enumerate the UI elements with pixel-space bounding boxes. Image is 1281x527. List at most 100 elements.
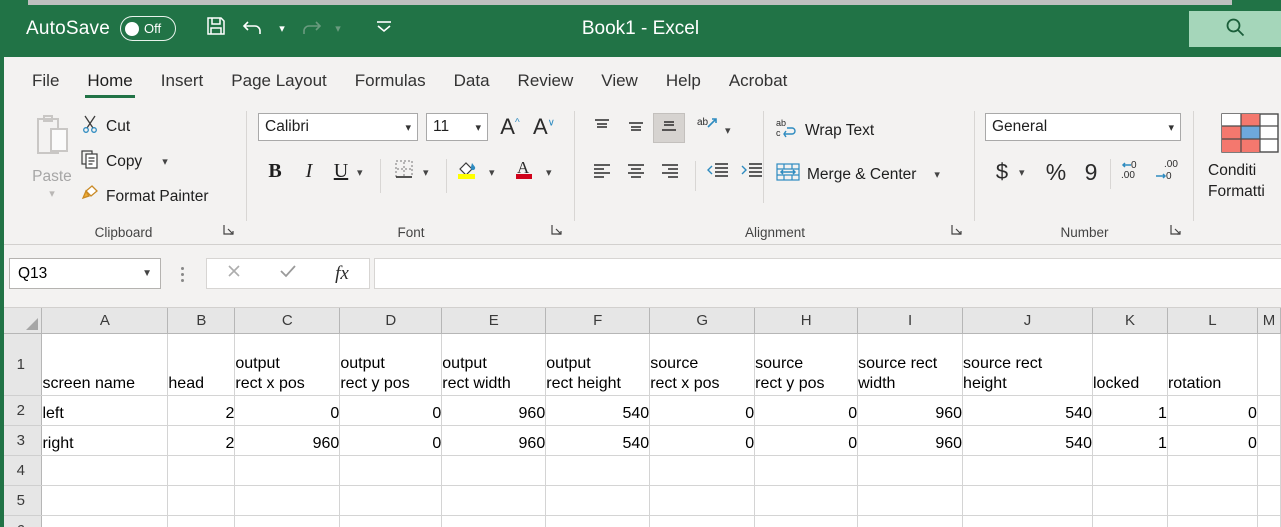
cell-A5[interactable] [42, 485, 168, 515]
orientation-dropdown[interactable]: ▾ [725, 121, 731, 139]
column-header-a[interactable]: A [42, 308, 168, 333]
cell-J3[interactable]: 540 [963, 425, 1093, 455]
cell-G6[interactable] [650, 515, 755, 527]
cell-I4[interactable] [858, 455, 963, 485]
row-header-5[interactable]: 5 [0, 485, 42, 515]
borders-button[interactable] [389, 157, 419, 185]
cell-G3[interactable]: 0 [650, 425, 755, 455]
row-header-2[interactable]: 2 [0, 395, 42, 425]
tab-data[interactable]: Data [440, 61, 504, 101]
cell-K1[interactable]: locked [1092, 333, 1167, 395]
cell-C3[interactable]: 960 [235, 425, 340, 455]
cell-F6[interactable] [546, 515, 650, 527]
column-header-g[interactable]: G [650, 308, 755, 333]
cell-E4[interactable] [442, 455, 546, 485]
fill-color-button[interactable] [455, 157, 485, 185]
align-bottom-button[interactable] [653, 113, 685, 143]
decrease-font-size-button[interactable]: A∨ [530, 113, 558, 141]
cell-L5[interactable] [1167, 485, 1257, 515]
cell-F4[interactable] [546, 455, 650, 485]
cell-H3[interactable]: 0 [755, 425, 858, 455]
cell-L4[interactable] [1167, 455, 1257, 485]
column-header-m[interactable]: M [1257, 308, 1280, 333]
cell-K5[interactable] [1092, 485, 1167, 515]
number-dialog-launcher[interactable] [1169, 223, 1182, 239]
tab-page-layout[interactable]: Page Layout [217, 61, 340, 101]
font-color-dropdown[interactable]: ▾ [546, 163, 552, 181]
bold-button[interactable]: B [261, 157, 289, 185]
column-header-k[interactable]: K [1092, 308, 1167, 333]
cell-K4[interactable] [1092, 455, 1167, 485]
column-header-l[interactable]: L [1167, 308, 1257, 333]
tab-file[interactable]: File [18, 61, 73, 101]
cell-F1[interactable]: output rect height [546, 333, 650, 395]
cell-E6[interactable] [442, 515, 546, 527]
cell-L6[interactable] [1167, 515, 1257, 527]
cell-A4[interactable] [42, 455, 168, 485]
cell-D4[interactable] [340, 455, 442, 485]
name-box[interactable]: Q13 ▼ [9, 258, 161, 289]
cell-G1[interactable]: source rect x pos [650, 333, 755, 395]
tab-home[interactable]: Home [73, 61, 146, 101]
fill-color-dropdown[interactable]: ▾ [489, 163, 495, 181]
cell-M5[interactable] [1257, 485, 1280, 515]
font-size-select[interactable]: 11 ▾ [426, 113, 488, 141]
underline-dropdown[interactable]: ▾ [357, 163, 363, 181]
cell-H4[interactable] [755, 455, 858, 485]
cell-H1[interactable]: source rect y pos [755, 333, 858, 395]
font-color-button[interactable]: A [513, 157, 543, 185]
tab-insert[interactable]: Insert [147, 61, 218, 101]
cell-A3[interactable]: right [42, 425, 168, 455]
clipboard-dialog-launcher[interactable] [222, 223, 235, 239]
cell-G2[interactable]: 0 [650, 395, 755, 425]
font-dialog-launcher[interactable] [550, 223, 563, 239]
cell-C4[interactable] [235, 455, 340, 485]
cell-M4[interactable] [1257, 455, 1280, 485]
column-header-c[interactable]: C [235, 308, 340, 333]
column-header-j[interactable]: J [963, 308, 1093, 333]
cell-I2[interactable]: 960 [858, 395, 963, 425]
cell-B2[interactable]: 2 [168, 395, 235, 425]
cell-B4[interactable] [168, 455, 235, 485]
row-header-1[interactable]: 1 [0, 333, 42, 395]
cell-E5[interactable] [442, 485, 546, 515]
cell-H6[interactable] [755, 515, 858, 527]
merge-center-button[interactable]: Merge & Center ▾ [775, 161, 940, 188]
cell-I1[interactable]: source rect width [858, 333, 963, 395]
cell-A6[interactable] [42, 515, 168, 527]
cell-C5[interactable] [235, 485, 340, 515]
cell-F5[interactable] [546, 485, 650, 515]
copy-button[interactable]: Copy ▾ [80, 149, 168, 174]
cell-M2[interactable] [1257, 395, 1280, 425]
wrap-text-button[interactable]: ab c Wrap Text [775, 117, 874, 144]
column-header-f[interactable]: F [546, 308, 650, 333]
cell-K2[interactable]: 1 [1092, 395, 1167, 425]
tab-formulas[interactable]: Formulas [341, 61, 440, 101]
cell-A2[interactable]: left [42, 395, 168, 425]
cell-M6[interactable] [1257, 515, 1280, 527]
insert-function-button[interactable]: fx [315, 259, 369, 288]
autosave-control[interactable]: AutoSave Off [26, 16, 176, 41]
undo-dropdown[interactable]: ▾ [274, 11, 290, 47]
cell-B6[interactable] [168, 515, 235, 527]
cell-K6[interactable] [1092, 515, 1167, 527]
column-header-h[interactable]: H [755, 308, 858, 333]
decrease-indent-button[interactable] [703, 159, 733, 185]
tab-help[interactable]: Help [652, 61, 715, 101]
save-button[interactable] [198, 11, 234, 47]
row-header-3[interactable]: 3 [0, 425, 42, 455]
alignment-dialog-launcher[interactable] [950, 223, 963, 239]
accounting-format-dropdown[interactable]: ▾ [1019, 163, 1025, 181]
select-all-corner[interactable] [0, 308, 42, 333]
cell-B1[interactable]: head [168, 333, 235, 395]
cell-C2[interactable]: 0 [235, 395, 340, 425]
comma-format-button[interactable]: 9 [1078, 157, 1104, 187]
formula-input[interactable] [374, 258, 1281, 289]
font-family-select[interactable]: Calibri ▾ [258, 113, 418, 141]
number-format-select[interactable]: General ▾ [985, 113, 1181, 141]
align-top-button[interactable] [587, 115, 617, 141]
cell-M1[interactable] [1257, 333, 1280, 395]
cell-J1[interactable]: source rect height [963, 333, 1093, 395]
align-right-button[interactable] [655, 159, 685, 185]
row-header-4[interactable]: 4 [0, 455, 42, 485]
